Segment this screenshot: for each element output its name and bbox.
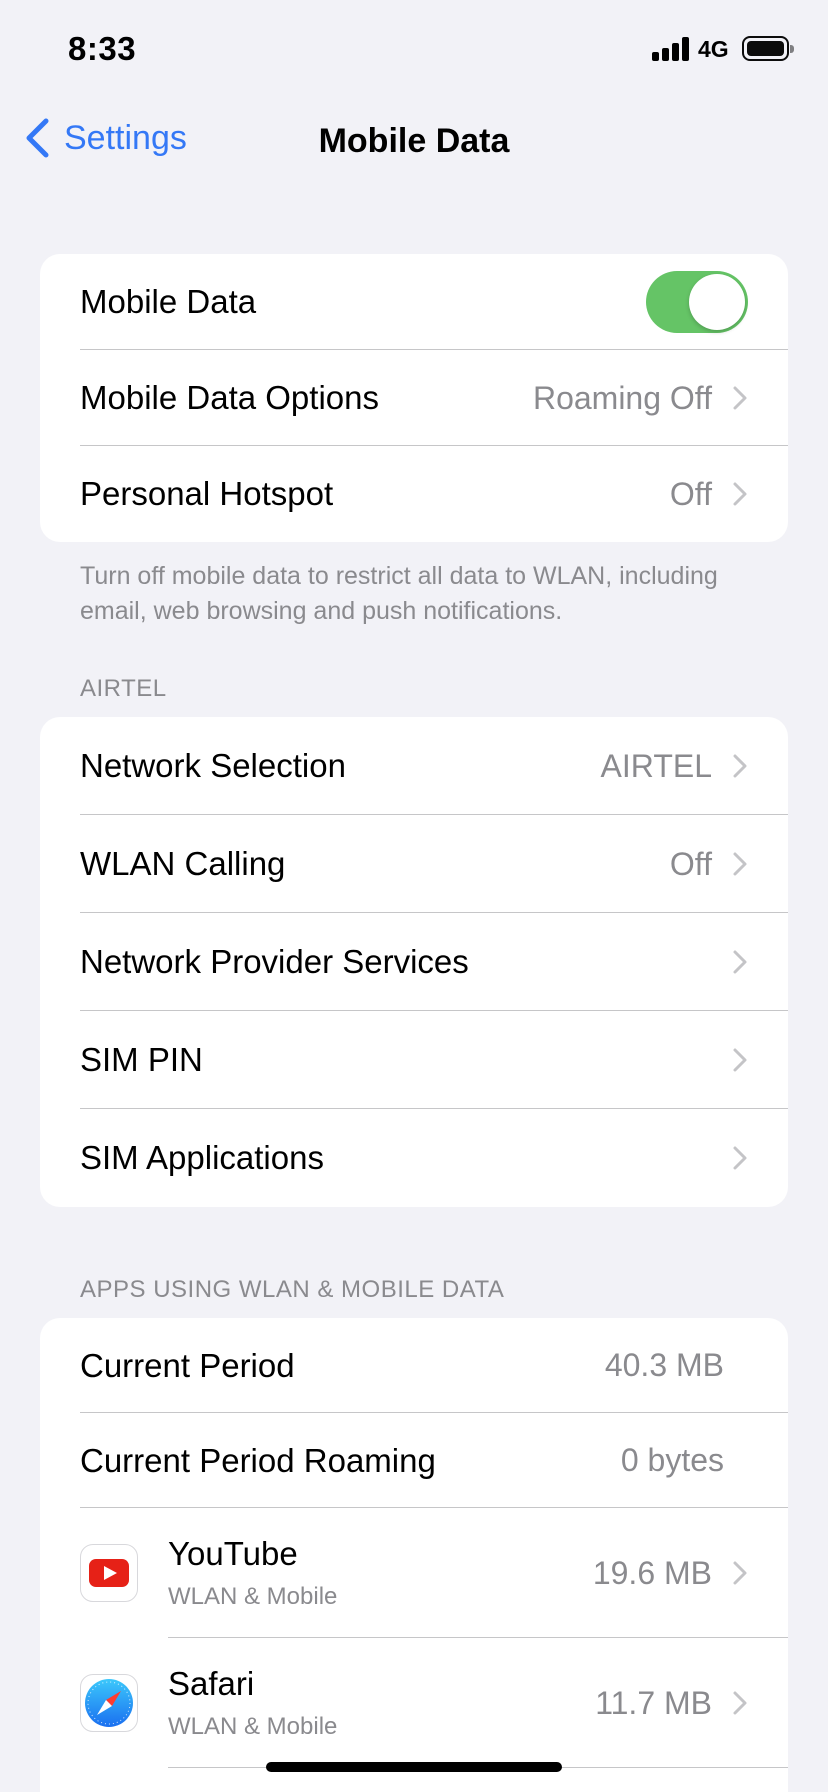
- sim-pin-label: SIM PIN: [80, 1041, 203, 1078]
- mobile-data-options-label: Mobile Data Options: [80, 379, 379, 416]
- personal-hotspot-value: Off: [669, 475, 712, 512]
- app-subtitle: WLAN & Mobile: [168, 1713, 338, 1740]
- current-period-value: 40.3 MB: [604, 1347, 724, 1383]
- chevron-right-icon: [733, 852, 747, 876]
- network-provider-services-row[interactable]: Network Provider Services: [40, 913, 788, 1011]
- network-selection-row[interactable]: Network Selection AIRTEL: [40, 717, 788, 815]
- app-text: Safari WLAN & Mobile: [168, 1665, 595, 1741]
- battery-icon: [742, 36, 794, 61]
- app-usage: 19.6 MB: [592, 1554, 712, 1591]
- status-bar: 8:33 4G: [0, 0, 828, 100]
- app-row-safari[interactable]: Safari WLAN & Mobile 11.7 MB: [40, 1638, 788, 1768]
- personal-hotspot-label: Personal Hotspot: [80, 475, 334, 512]
- network-selection-label: Network Selection: [80, 747, 346, 784]
- sim-applications-label: SIM Applications: [80, 1139, 324, 1176]
- chevron-right-icon: [733, 754, 747, 778]
- toggle-knob: [689, 274, 745, 330]
- wlan-calling-row[interactable]: WLAN Calling Off: [40, 815, 788, 913]
- chevron-right-icon: [733, 950, 747, 974]
- current-period-roaming-label: Current Period Roaming: [80, 1441, 436, 1479]
- page-title: Mobile Data: [318, 122, 510, 160]
- app-row-youtube[interactable]: YouTube WLAN & Mobile 19.6 MB: [40, 1508, 788, 1638]
- chevron-right-icon: [733, 1048, 747, 1072]
- navigation-bar: Settings Mobile Data: [0, 100, 828, 180]
- apps-group: Current Period 40.3 MB Current Period Ro…: [40, 1318, 788, 1792]
- mobile-data-options-row[interactable]: Mobile Data Options Roaming Off: [40, 350, 788, 446]
- personal-hotspot-row[interactable]: Personal Hotspot Off: [40, 446, 788, 542]
- apps-section-header: APPS USING WLAN & MOBILE DATA: [80, 1276, 505, 1303]
- current-period-row: Current Period 40.3 MB: [40, 1318, 788, 1413]
- carrier-group: Network Selection AIRTEL WLAN Calling Of…: [40, 717, 788, 1207]
- mobile-data-options-value: Roaming Off: [532, 379, 712, 416]
- mobile-data-label: Mobile Data: [80, 283, 257, 320]
- sim-applications-row[interactable]: SIM Applications: [40, 1109, 788, 1207]
- app-name: YouTube: [168, 1535, 298, 1572]
- app-subtitle: WLAN & Mobile: [168, 1583, 338, 1610]
- chevron-right-icon: [733, 482, 747, 506]
- mobile-data-row: Mobile Data: [40, 254, 788, 350]
- safari-icon: [80, 1674, 138, 1732]
- status-time: 8:33: [68, 30, 137, 67]
- mobile-data-footnote: Turn off mobile data to restrict all dat…: [80, 562, 718, 625]
- mobile-data-group: Mobile Data Mobile Data Options Roaming …: [40, 254, 788, 542]
- carrier-section-header: AIRTEL: [80, 675, 167, 702]
- current-period-roaming-value: 0 bytes: [620, 1442, 724, 1478]
- mobile-data-toggle[interactable]: [646, 271, 748, 333]
- app-name: Safari: [168, 1665, 255, 1702]
- home-indicator[interactable]: [266, 1762, 562, 1772]
- screen: 8:33 4G Settings Mobile Data Mobile Data: [0, 0, 828, 1792]
- network-type: 4G: [698, 36, 729, 62]
- wlan-calling-value: Off: [669, 845, 712, 882]
- youtube-icon: [80, 1544, 138, 1602]
- chevron-right-icon: [733, 386, 747, 410]
- chevron-right-icon: [733, 1146, 747, 1170]
- current-period-roaming-row: Current Period Roaming 0 bytes: [40, 1413, 788, 1508]
- network-provider-services-label: Network Provider Services: [80, 943, 469, 980]
- app-usage: 11.7 MB: [595, 1684, 712, 1721]
- current-period-label: Current Period: [80, 1346, 295, 1384]
- wlan-calling-label: WLAN Calling: [80, 845, 286, 882]
- chevron-right-icon: [733, 1561, 747, 1585]
- app-text: YouTube WLAN & Mobile: [168, 1535, 593, 1611]
- sim-pin-row[interactable]: SIM PIN: [40, 1011, 788, 1109]
- network-selection-value: AIRTEL: [600, 747, 712, 784]
- chevron-right-icon: [733, 1691, 747, 1715]
- cellular-signal-icon: [652, 37, 690, 61]
